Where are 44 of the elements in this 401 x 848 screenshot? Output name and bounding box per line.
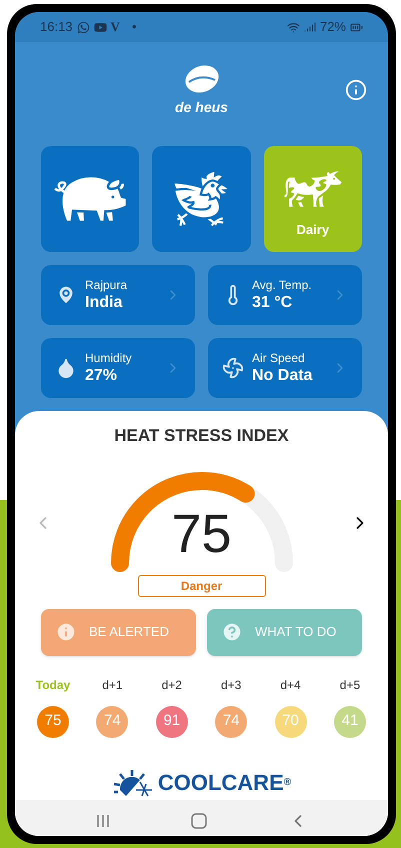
day-label[interactable]: d+2 (162, 676, 182, 694)
forecast-value: 91 (156, 706, 188, 738)
app-letter: V (110, 18, 120, 36)
brand-name: COOLCARE$^{®}$ (158, 769, 292, 797)
card-label: Avg. Temp. (252, 278, 313, 292)
forecast-value: 41 (334, 706, 366, 738)
wifi-icon (286, 20, 300, 34)
heat-stress-value: 75 (171, 506, 232, 560)
weather-card[interactable]: Avg. Temp. 31 °C (208, 265, 362, 325)
day-label[interactable]: d+1 (102, 676, 123, 694)
weather-card[interactable]: Humidity 27% (41, 338, 195, 398)
help-icon (221, 621, 243, 643)
day-label[interactable]: d+5 (340, 676, 360, 694)
fan-icon (222, 357, 244, 379)
card-value: 27% (85, 366, 118, 386)
forecast-value: 70 (274, 706, 307, 738)
section-title: HEAT STRESS INDEX (114, 425, 289, 447)
notification-dot: • (132, 18, 136, 36)
forecast-value: 74 (96, 706, 128, 738)
card-label: Air Speed (252, 350, 306, 366)
day-label[interactable]: d+3 (220, 676, 242, 694)
status-label: Danger (138, 574, 266, 596)
info-icon (55, 621, 77, 643)
forecast-value: 74 (215, 706, 248, 738)
weather-card[interactable]: Rajpura India (41, 265, 195, 325)
battery-icon (350, 20, 363, 34)
home-icon[interactable] (190, 812, 208, 830)
species-tile[interactable] (41, 146, 140, 252)
card-value: India (85, 292, 124, 312)
video-icon (94, 20, 107, 34)
card-value: 31 °C (252, 292, 294, 312)
day-label[interactable]: d+4 (280, 676, 301, 694)
status-time: 16:13 (40, 18, 73, 36)
logo-text: de heus (175, 100, 228, 114)
chat-icon (76, 20, 90, 34)
weather-card[interactable]: Air Speed No Data (208, 338, 362, 398)
species-tile[interactable] (152, 146, 251, 252)
forecast-value: 75 (37, 706, 69, 738)
recent-apps-icon[interactable] (94, 813, 111, 829)
card-label: Humidity (85, 350, 133, 366)
card-value: No Data (252, 366, 314, 386)
info-icon[interactable] (345, 79, 367, 101)
battery-level: 72% (320, 18, 346, 36)
card-label: Rajpura (85, 278, 128, 292)
